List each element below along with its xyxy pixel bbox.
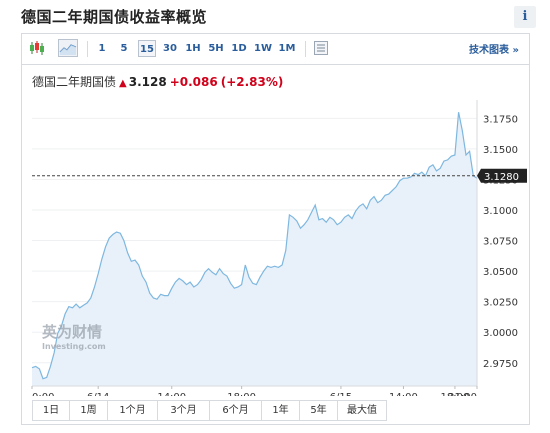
info-button[interactable]: i	[514, 6, 536, 28]
interval-15min[interactable]: 15	[138, 40, 156, 57]
range-3m[interactable]: 3个月	[158, 401, 210, 420]
x-tick-label: 21:00	[448, 392, 477, 396]
price-change: +0.086	[169, 75, 218, 89]
interval-1min[interactable]: 1	[95, 40, 109, 57]
x-tick-label: 14:00	[157, 392, 186, 396]
current-value-tag: 3.1280	[477, 168, 527, 183]
range-6m[interactable]: 6个月	[210, 401, 262, 420]
toolbar-divider	[87, 41, 88, 57]
x-tick-label: 0:00	[32, 392, 54, 396]
interval-5h[interactable]: 5H	[206, 40, 226, 57]
instrument-name: 德国二年期国债	[32, 75, 117, 89]
time-range-selector: 1日 1周 1个月 3个月 6个月 1年 5年 最大值	[32, 400, 387, 421]
interval-1m[interactable]: 1M	[276, 40, 298, 57]
area-chart-icon[interactable]	[58, 39, 78, 57]
range-1d[interactable]: 1日	[33, 401, 70, 420]
chart-widget: 1 5 15 30 1H 5H 1D 1W 1M 技术图表 » 德国二年期国债 ▲…	[21, 33, 530, 425]
candlestick-chart-icon[interactable]	[28, 40, 46, 56]
page-title: 德国二年期国债收益率概览	[21, 8, 208, 26]
interval-5min[interactable]: 5	[117, 40, 131, 57]
watermark: 英为财情 Investing.com	[42, 323, 106, 351]
chart-settings-icon[interactable]	[313, 40, 329, 56]
x-tick-label: 6/14	[87, 392, 109, 396]
watermark-site: Investing.com	[42, 342, 106, 351]
x-tick-label: 6/15	[330, 392, 352, 396]
y-tick-label: 3.0750	[483, 237, 518, 248]
y-tick-label: 3.1000	[483, 206, 518, 217]
price-change-percent: (+2.83%)	[220, 75, 284, 89]
y-tick-label: 3.0000	[483, 328, 518, 339]
watermark-brand: 英为财情	[42, 323, 102, 341]
y-tick-label: 2.9750	[483, 359, 518, 370]
quote-line: 德国二年期国债 ▲ 3.128 +0.086 (+2.83%)	[32, 73, 283, 90]
interval-1w[interactable]: 1W	[252, 40, 274, 57]
technical-chart-link[interactable]: 技术图表 »	[469, 41, 519, 56]
up-arrow-icon: ▲	[119, 78, 127, 89]
current-value-label: 3.1280	[484, 172, 519, 183]
y-tick-label: 3.0500	[483, 267, 518, 278]
last-price: 3.128	[128, 75, 167, 89]
x-tick-label: 18:00	[227, 392, 256, 396]
yield-chart[interactable]: 英为财情 Investing.com 3.17503.15003.12503.1…	[22, 96, 529, 396]
range-5y[interactable]: 5年	[300, 401, 338, 420]
y-tick-label: 3.0250	[483, 298, 518, 309]
range-1y[interactable]: 1年	[262, 401, 300, 420]
y-tick-label: 3.1500	[483, 145, 518, 156]
toolbar-divider	[305, 41, 306, 57]
range-max[interactable]: 最大值	[338, 401, 386, 420]
interval-30min[interactable]: 30	[161, 40, 179, 57]
range-1w[interactable]: 1周	[70, 401, 108, 420]
chart-toolbar: 1 5 15 30 1H 5H 1D 1W 1M 技术图表 »	[22, 34, 529, 65]
y-tick-label: 3.1750	[483, 114, 518, 125]
x-tick-label: 14:00	[389, 392, 418, 396]
range-1m[interactable]: 1个月	[108, 401, 158, 420]
interval-1d[interactable]: 1D	[229, 40, 249, 57]
interval-1h[interactable]: 1H	[183, 40, 203, 57]
